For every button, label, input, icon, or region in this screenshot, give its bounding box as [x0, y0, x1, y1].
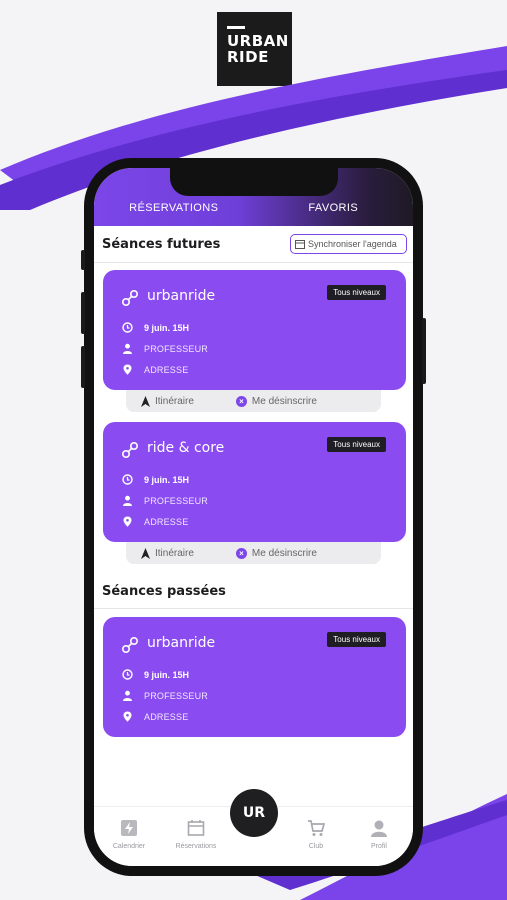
session-card[interactable]: urbanride Tous niveaux 9 juin. 15H PROFE… [103, 270, 406, 390]
person-icon [123, 495, 132, 506]
person-icon [123, 690, 132, 701]
session-card[interactable]: ride & core Tous niveaux 9 juin. 15H PRO… [103, 422, 406, 542]
location-pin-icon [123, 711, 132, 722]
app-screen: RÉSERVATIONS FAVORIS Séances futures Syn… [94, 168, 413, 866]
phone-volume-up [81, 292, 85, 334]
user-icon [371, 820, 387, 837]
session-teacher: PROFESSEUR [144, 343, 209, 354]
nav-club-label: Club [308, 843, 324, 850]
sync-calendar-button[interactable]: Synchroniser l'agenda [290, 234, 407, 254]
location-pin-icon [123, 516, 132, 527]
calendar-icon [187, 820, 205, 836]
calendar-icon [295, 240, 305, 249]
session-teacher: PROFESSEUR [144, 690, 209, 701]
person-icon [123, 343, 132, 354]
divider [94, 262, 413, 263]
tab-favoris[interactable]: FAVORIS [254, 202, 414, 216]
clock-icon [122, 474, 133, 485]
session-date-row: 9 juin. 15H [122, 322, 189, 333]
logo-line-1: URBAN [227, 32, 289, 50]
session-actions: Itinéraire × Me désinscrire [126, 390, 381, 412]
session-title: ride & core [147, 440, 225, 456]
close-circle-icon: × [235, 547, 247, 559]
session-date-row: 9 juin. 15H [122, 669, 189, 680]
nav-profile[interactable]: Profil [349, 819, 409, 850]
close-circle-icon: × [235, 395, 247, 407]
session-date: 9 juin. 15H [144, 669, 190, 680]
session-date: 9 juin. 15H [144, 474, 190, 485]
level-badge: Tous niveaux [327, 437, 386, 452]
session-date: 9 juin. 15H [144, 322, 190, 333]
cart-icon [308, 820, 326, 836]
divider [94, 608, 413, 609]
itinerary-label: Itinéraire [155, 547, 194, 559]
spin-bike-icon [121, 441, 139, 459]
phone-power-button [422, 318, 426, 384]
lightning-icon [121, 820, 137, 836]
session-teacher-row: PROFESSEUR [122, 690, 208, 701]
phone-volume-down [81, 346, 85, 388]
session-actions: Itinéraire × Me désinscrire [126, 542, 381, 564]
session-teacher: PROFESSEUR [144, 495, 209, 506]
session-date-row: 9 juin. 15H [122, 474, 189, 485]
session-address-row: ADRESSE [122, 516, 188, 527]
sync-calendar-label: Synchroniser l'agenda [308, 239, 397, 249]
bottom-navigation: Calendrier Réservations UR Club Profil [94, 789, 413, 866]
reservations-content: Séances futures Synchroniser l'agenda ur… [94, 226, 413, 806]
session-title: urbanride [147, 635, 216, 651]
unsubscribe-button[interactable]: × Me désinscrire [235, 395, 317, 407]
session-teacher-row: PROFESSEUR [122, 495, 208, 506]
unsubscribe-button[interactable]: × Me désinscrire [235, 547, 317, 559]
spin-bike-icon [121, 636, 139, 654]
unsubscribe-label: Me désinscrire [251, 547, 317, 559]
session-address-row: ADRESSE [122, 711, 188, 722]
nav-profile-label: Profil [371, 843, 387, 850]
session-teacher-row: PROFESSEUR [122, 343, 208, 354]
session-address: ADRESSE [144, 516, 189, 527]
phone-notch [170, 160, 338, 196]
home-ur-button[interactable]: UR [230, 789, 278, 837]
level-badge: Tous niveaux [327, 632, 386, 647]
unsubscribe-label: Me désinscrire [251, 395, 317, 407]
future-sessions-heading: Séances futures [102, 237, 221, 252]
logo-line-2: RIDE [227, 48, 269, 66]
session-address-row: ADRESSE [122, 364, 188, 375]
clock-icon [122, 669, 133, 680]
phone-side-button [81, 250, 85, 270]
urban-ride-logo: URBAN RIDE [217, 12, 292, 86]
nav-calendar[interactable]: Calendrier [99, 819, 159, 850]
nav-club[interactable]: Club [286, 819, 346, 850]
itinerary-button[interactable]: Itinéraire [141, 395, 194, 407]
past-sessions-heading: Séances passées [102, 584, 226, 599]
nav-reservations[interactable]: Réservations [166, 819, 226, 850]
spin-bike-icon [121, 289, 139, 307]
tab-reservations[interactable]: RÉSERVATIONS [94, 202, 254, 216]
location-pin-icon [123, 364, 132, 375]
session-title: urbanride [147, 288, 216, 304]
clock-icon [122, 322, 133, 333]
session-address: ADRESSE [144, 364, 189, 375]
session-address: ADRESSE [144, 711, 189, 722]
nav-reservations-label: Réservations [175, 843, 217, 850]
level-badge: Tous niveaux [327, 285, 386, 300]
itinerary-button[interactable]: Itinéraire [141, 547, 194, 559]
nav-calendar-label: Calendrier [112, 843, 146, 850]
session-card[interactable]: urbanride Tous niveaux 9 juin. 15H PROFE… [103, 617, 406, 737]
navigation-arrow-icon [141, 395, 150, 407]
itinerary-label: Itinéraire [155, 395, 194, 407]
navigation-arrow-icon [141, 547, 150, 559]
